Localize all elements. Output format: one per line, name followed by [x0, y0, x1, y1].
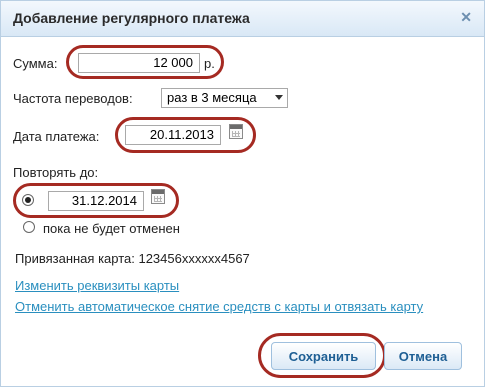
- cancel-autopay-link[interactable]: Отменить автоматическое снятие средств с…: [15, 299, 423, 314]
- close-icon[interactable]: ✕: [460, 9, 472, 26]
- repeat-until-label: Повторять до:: [13, 165, 99, 180]
- repeat-until-date-input[interactable]: 31.12.2014: [48, 191, 144, 211]
- frequency-select[interactable]: раз в 3 месяца: [161, 88, 288, 108]
- date-label: Дата платежа:: [13, 129, 100, 144]
- calendar-icon[interactable]: [151, 189, 165, 204]
- calendar-icon[interactable]: [229, 124, 243, 139]
- dialog-titlebar: Добавление регулярного платежа ✕: [1, 1, 484, 37]
- frequency-label: Частота переводов:: [13, 91, 133, 106]
- dialog-title: Добавление регулярного платежа: [13, 10, 250, 26]
- change-card-details-link[interactable]: Изменить реквизиты карты: [15, 278, 179, 293]
- cancel-button[interactable]: Отмена: [384, 342, 462, 370]
- repeat-until-date-radio[interactable]: [22, 194, 34, 206]
- amount-label: Сумма:: [13, 56, 58, 71]
- repeat-until-cancel-radio[interactable]: [23, 221, 35, 233]
- payment-date-input[interactable]: 20.11.2013: [125, 125, 221, 145]
- repeat-until-cancel-label: пока не будет отменен: [43, 221, 180, 236]
- amount-input[interactable]: 12 000: [78, 53, 200, 73]
- currency-label: р.: [204, 56, 215, 71]
- payment-dialog: Добавление регулярного платежа ✕ Сумма: …: [0, 0, 485, 387]
- linked-card-label: Привязанная карта: 123456xxxxxx4567: [15, 251, 250, 266]
- chevron-down-icon: [275, 95, 283, 100]
- save-button[interactable]: Сохранить: [271, 342, 376, 370]
- frequency-selected-value: раз в 3 месяца: [167, 90, 257, 105]
